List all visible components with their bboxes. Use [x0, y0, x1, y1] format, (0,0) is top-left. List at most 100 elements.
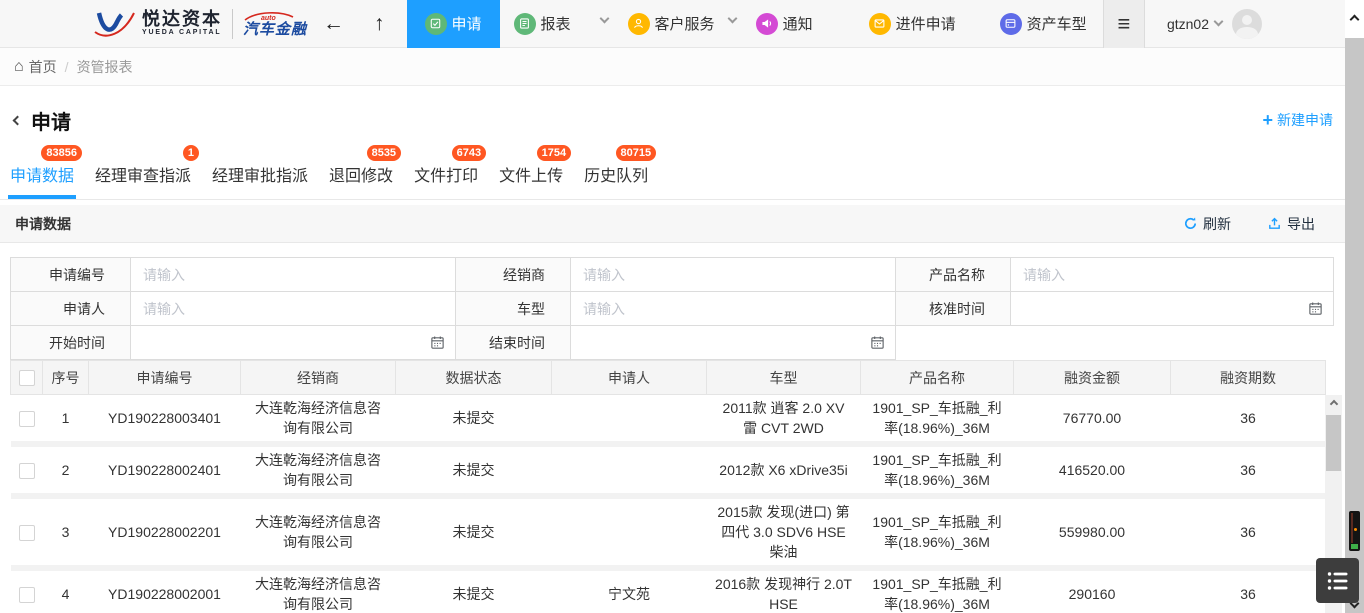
start-time-input[interactable] [131, 326, 430, 359]
table-scrollbar-thumb[interactable] [1326, 415, 1341, 471]
cell-applicant [552, 496, 707, 568]
cell-amount: 290160 [1014, 568, 1171, 613]
filter-label-product-name: 产品名称 [896, 258, 1011, 292]
table-scroll-up-button[interactable] [1325, 395, 1342, 412]
filter-label-application-no: 申请编号 [11, 258, 131, 292]
new-application-label: 新建申请 [1277, 110, 1333, 130]
calendar-icon[interactable] [430, 335, 445, 350]
nav-item-intake[interactable]: 进件申请 [869, 0, 956, 48]
asset-vehicle-icon [1000, 13, 1022, 35]
nav-item-report[interactable]: 报表 [514, 0, 571, 48]
cell-product: 1901_SP_车抵融_利率(18.96%)_36M [861, 568, 1014, 613]
select-all-checkbox[interactable] [19, 370, 35, 386]
calendar-icon[interactable] [1308, 301, 1323, 316]
cell-seq: 3 [43, 496, 89, 568]
approval-time-input[interactable] [1011, 292, 1308, 325]
nav-item-notice[interactable]: 通知 [756, 0, 813, 48]
row-checkbox[interactable] [19, 411, 35, 427]
chevron-down-icon[interactable] [727, 14, 737, 24]
calendar-icon[interactable] [870, 335, 885, 350]
breadcrumb-home[interactable]: 首页 [29, 57, 57, 77]
filter-cell-approval-time [1011, 292, 1334, 326]
tab-badge: 80715 [616, 145, 657, 161]
tab-label: 经理审查指派 [95, 168, 191, 185]
tab-1[interactable]: 83856申请数据 [10, 162, 74, 199]
tab-3[interactable]: 经理审批指派 [212, 162, 308, 199]
back-arrow-button[interactable]: ← [323, 12, 344, 36]
app-window: 悦达资本 YUEDA CAPITAL auto 汽车金融 ← ↑ 申请 报表 客户服… [0, 0, 1345, 613]
tab-4[interactable]: 8535退回修改 [329, 162, 393, 199]
cell-status: 未提交 [396, 444, 552, 496]
row-checkbox-cell [11, 496, 43, 568]
list-menu-button[interactable] [1316, 558, 1359, 603]
product-name-input[interactable] [1011, 258, 1333, 291]
cell-amount: 76770.00 [1014, 395, 1171, 445]
column-header: 经销商 [241, 361, 396, 395]
filter-row: 申请编号经销商产品名称 [11, 258, 1334, 292]
username: gtzn02 [1167, 16, 1209, 32]
application-no-input[interactable] [131, 258, 455, 291]
cell-product: 1901_SP_车抵融_利率(18.96%)_36M [861, 395, 1014, 445]
brand-logo[interactable]: 悦达资本 YUEDA CAPITAL auto 汽车金融 [92, 7, 307, 41]
nav-item-form[interactable]: 申请 [407, 0, 500, 48]
cell-dealer: 大连乾海经济信息咨询有限公司 [241, 395, 396, 445]
row-checkbox[interactable] [19, 463, 35, 479]
back-chevron-icon[interactable] [13, 115, 23, 125]
filter-cell-applicant [131, 292, 456, 326]
dealer-input[interactable] [571, 258, 895, 291]
filter-cell-start-time [131, 326, 456, 360]
cell-status: 未提交 [396, 568, 552, 613]
new-application-button[interactable]: + 新建申请 [1262, 110, 1333, 131]
export-label: 导出 [1287, 214, 1315, 234]
tab-label: 申请数据 [10, 168, 74, 185]
sub-brand: auto 汽车金融 [243, 10, 307, 37]
column-header: 数据状态 [396, 361, 552, 395]
nav-item-label: 进件申请 [896, 13, 956, 34]
yueda-logo-icon [92, 7, 136, 41]
sub-brand-name: 汽车金融 [243, 22, 307, 37]
tab-badge: 1754 [537, 145, 571, 161]
up-arrow-button[interactable]: ↑ [374, 12, 385, 36]
menu-button[interactable]: ≡ [1103, 0, 1145, 48]
panel-header: 申请数据 刷新 导出 [0, 205, 1345, 243]
nav-item-customer-service[interactable]: 客户服务 [628, 0, 715, 48]
cell-seq: 4 [43, 568, 89, 613]
cell-app-no: YD190228002401 [89, 444, 241, 496]
export-button[interactable]: 导出 [1267, 214, 1315, 234]
cell-vehicle: 2015款 发现(进口) 第四代 3.0 SDV6 HSE 柴油 [707, 496, 861, 568]
window-scrollbar[interactable] [1345, 0, 1364, 613]
window-scrollbar-track[interactable] [1345, 38, 1364, 613]
notice-icon [756, 13, 778, 35]
cell-vehicle: 2011款 逍客 2.0 XV 雷 CVT 2WD [707, 395, 861, 445]
table-row: 3YD190228002201大连乾海经济信息咨询有限公司未提交2015款 发现… [11, 496, 1326, 568]
chevron-down-icon [1214, 17, 1224, 27]
tab-2[interactable]: 1经理审查指派 [95, 162, 191, 199]
refresh-button[interactable]: 刷新 [1183, 214, 1231, 234]
tab-6[interactable]: 1754文件上传 [499, 162, 563, 199]
row-checkbox[interactable] [19, 525, 35, 541]
table-row: 1YD190228003401大连乾海经济信息咨询有限公司未提交2011款 逍客… [11, 395, 1326, 445]
row-checkbox[interactable] [19, 587, 35, 603]
filter-body: 申请编号经销商产品名称申请人车型核准时间 开始时间 结束时间 [11, 258, 1334, 360]
nav-item-asset-vehicle[interactable]: 资产车型 [1000, 0, 1087, 48]
table-row: 4YD190228002001大连乾海经济信息咨询有限公司未提交宁文苑2016款… [11, 568, 1326, 613]
cell-periods: 36 [1171, 395, 1326, 445]
nav-item-label: 报表 [541, 13, 571, 34]
applicant-input[interactable] [131, 292, 455, 325]
filter-cell-application-no [131, 258, 456, 292]
avatar[interactable] [1232, 9, 1262, 39]
end-time-input[interactable] [571, 326, 870, 359]
tab-badge: 6743 [452, 145, 486, 161]
tab-5[interactable]: 6743文件打印 [414, 162, 478, 199]
tab-7[interactable]: 80715历史队列 [584, 162, 648, 199]
cell-dealer: 大连乾海经济信息咨询有限公司 [241, 444, 396, 496]
tab-label: 文件上传 [499, 168, 563, 185]
page-header: 申请 + 新建申请 [0, 100, 1345, 140]
scroll-up-button[interactable] [1345, 0, 1364, 38]
filter-label-vehicle-model: 车型 [456, 292, 571, 326]
filter-cell-end-time [571, 326, 896, 360]
nav-item-label: 通知 [783, 13, 813, 34]
user-menu[interactable]: gtzn02 [1167, 9, 1262, 39]
chevron-down-icon[interactable] [599, 14, 609, 24]
vehicle-model-input[interactable] [571, 292, 895, 325]
